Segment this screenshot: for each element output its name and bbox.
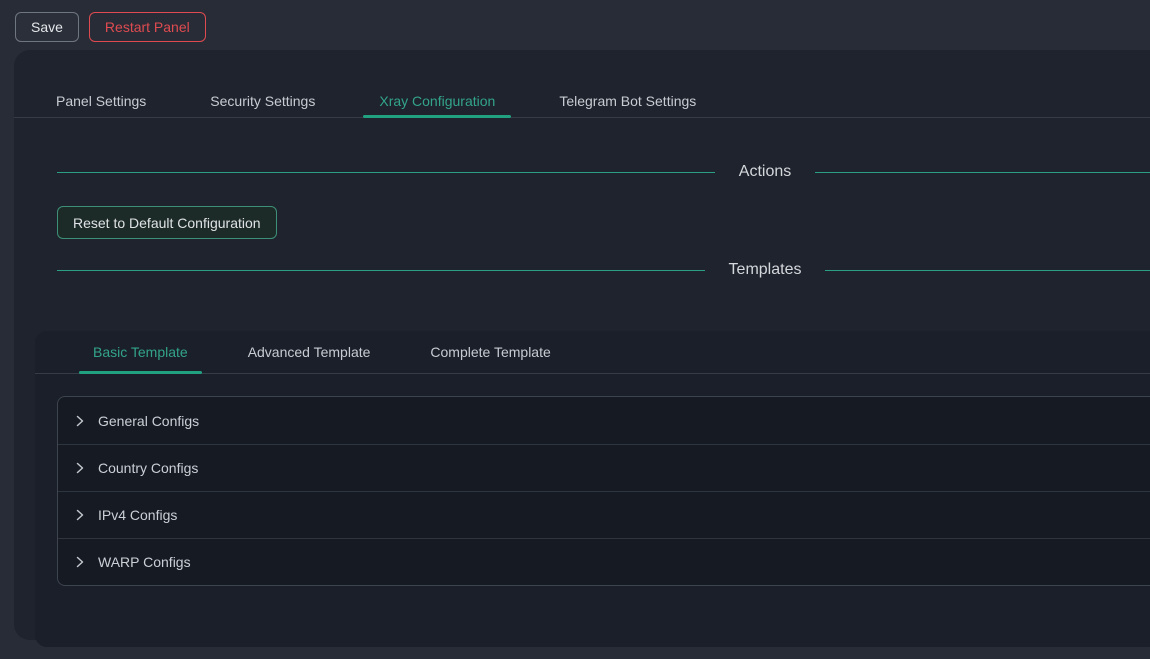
- collapse-item-label: Country Configs: [98, 460, 198, 476]
- divider-line: [815, 172, 1150, 173]
- collapse-item-label: WARP Configs: [98, 554, 191, 570]
- templates-divider: Templates: [14, 254, 1150, 286]
- tab-panel-settings[interactable]: Panel Settings: [40, 84, 162, 117]
- settings-tabbar: Panel Settings Security Settings Xray Co…: [14, 84, 1150, 118]
- collapse-item-warp-configs[interactable]: WARP Configs: [58, 538, 1150, 585]
- chevron-right-icon: [74, 462, 86, 474]
- divider-line: [57, 172, 715, 173]
- tab-complete-template[interactable]: Complete Template: [416, 331, 564, 373]
- tab-basic-template[interactable]: Basic Template: [79, 331, 202, 373]
- tab-advanced-template[interactable]: Advanced Template: [234, 331, 385, 373]
- collapse-item-label: General Configs: [98, 413, 199, 429]
- divider-line: [825, 270, 1150, 271]
- template-configs-collapse: General Configs Country Configs IPv4 Con…: [57, 396, 1150, 586]
- toolbar: Save Restart Panel: [15, 12, 206, 42]
- restart-panel-button[interactable]: Restart Panel: [89, 12, 206, 42]
- collapse-item-label: IPv4 Configs: [98, 507, 177, 523]
- actions-divider: Actions: [14, 156, 1150, 188]
- reset-to-default-configuration-button[interactable]: Reset to Default Configuration: [57, 206, 277, 239]
- chevron-right-icon: [74, 415, 86, 427]
- tab-telegram-bot-settings[interactable]: Telegram Bot Settings: [543, 84, 712, 117]
- collapse-item-general-configs[interactable]: General Configs: [58, 397, 1150, 444]
- tab-xray-configuration[interactable]: Xray Configuration: [363, 84, 511, 117]
- tab-security-settings[interactable]: Security Settings: [194, 84, 331, 117]
- chevron-right-icon: [74, 556, 86, 568]
- templates-tabbar: Basic Template Advanced Template Complet…: [35, 331, 1150, 374]
- templates-card: Basic Template Advanced Template Complet…: [35, 331, 1150, 647]
- save-button[interactable]: Save: [15, 12, 79, 42]
- divider-line: [57, 270, 705, 271]
- actions-divider-title: Actions: [739, 163, 791, 181]
- chevron-right-icon: [74, 509, 86, 521]
- collapse-item-ipv4-configs[interactable]: IPv4 Configs: [58, 491, 1150, 538]
- templates-divider-title: Templates: [729, 261, 802, 279]
- collapse-item-country-configs[interactable]: Country Configs: [58, 444, 1150, 491]
- settings-card: Panel Settings Security Settings Xray Co…: [14, 50, 1150, 640]
